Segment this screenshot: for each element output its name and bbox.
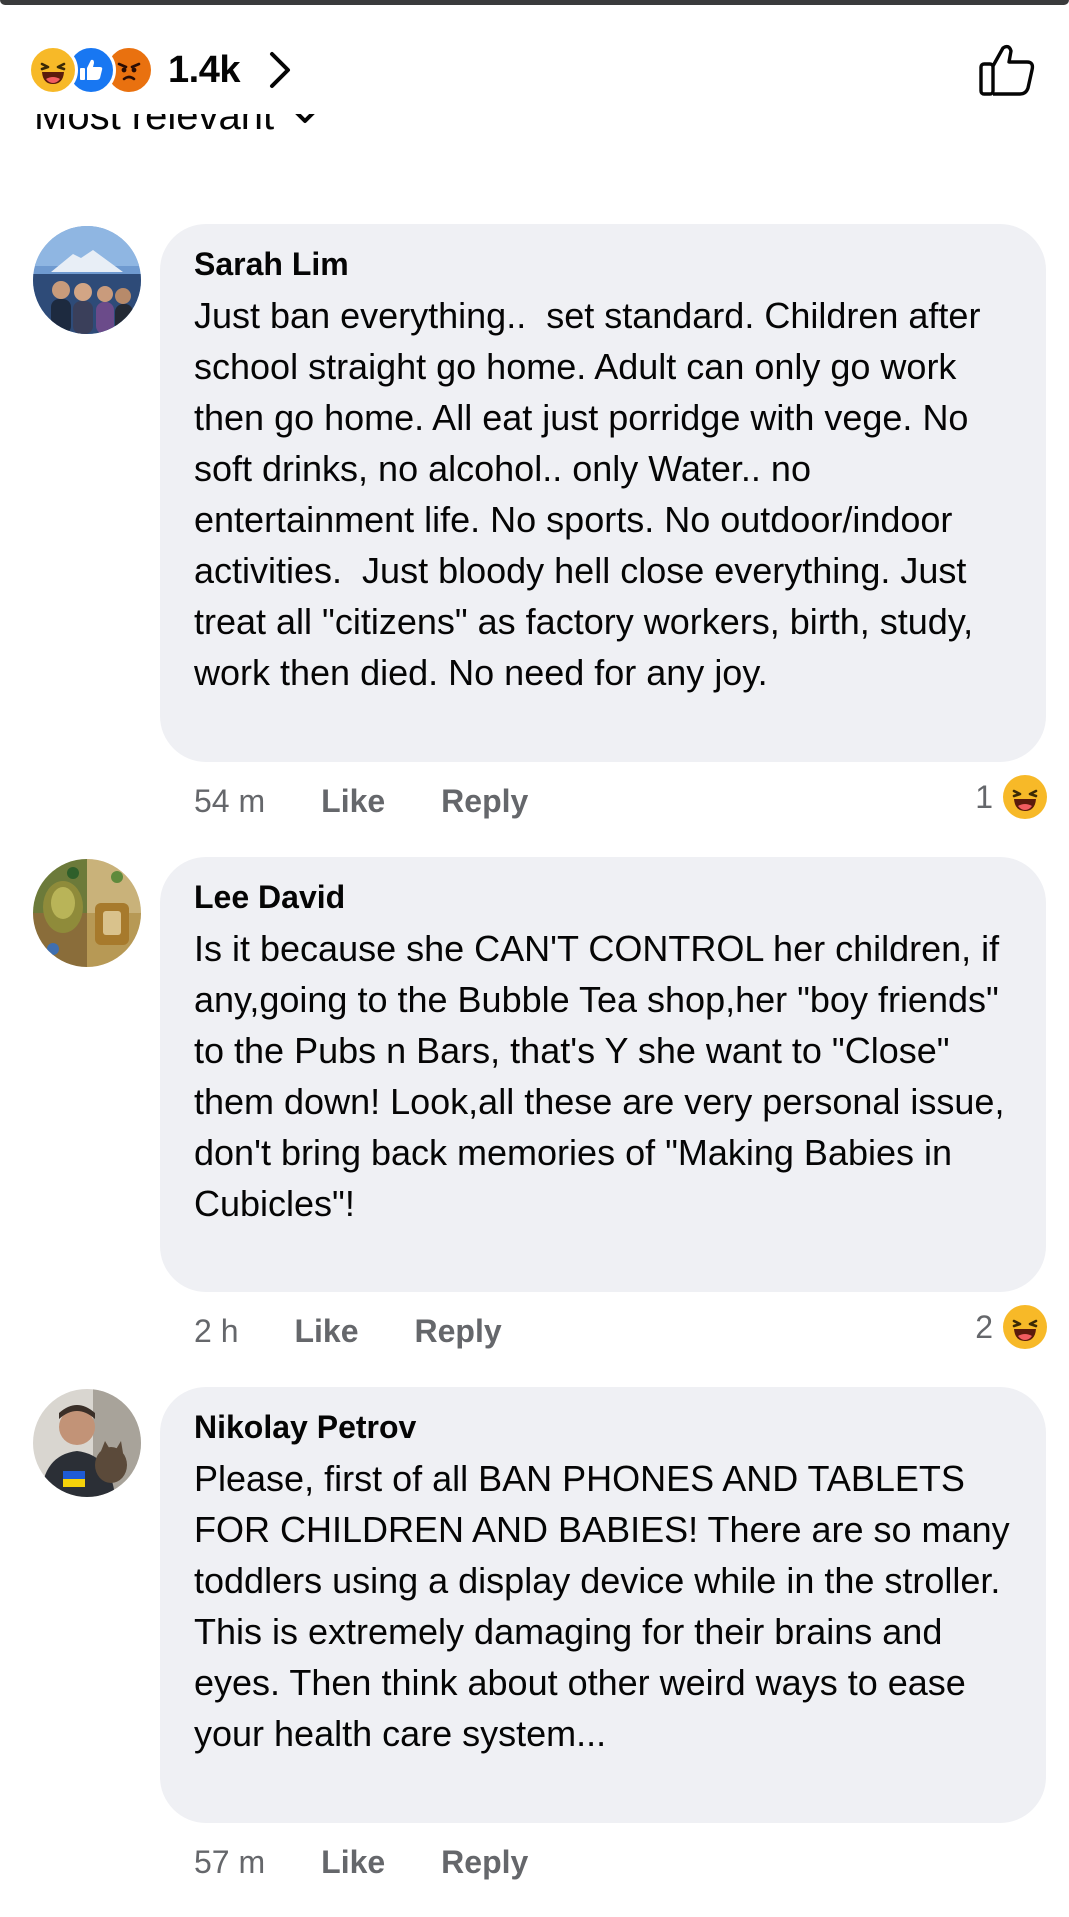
haha-icon [1003,1305,1047,1349]
comment-actions: 2 h Like Reply [194,1306,502,1356]
comment-reaction-count: 2 [975,1308,993,1345]
comment-bubble: Lee David Is it because she CAN'T CONTRO… [160,857,1046,1292]
reply-button[interactable]: Reply [441,1844,528,1881]
comment-author[interactable]: Nikolay Petrov [194,1407,416,1447]
comment-timestamp[interactable]: 2 h [194,1313,238,1350]
comment-reaction-count: 1 [975,778,993,815]
reply-button[interactable]: Reply [441,783,528,820]
comment-timestamp[interactable]: 54 m [194,783,265,820]
sort-dropdown[interactable]: Most relevant [34,114,316,139]
comment-reaction-summary[interactable]: 2 [975,1302,1047,1352]
comment-actions: 54 m Like Reply [194,776,528,826]
chevron-down-icon [295,114,315,123]
reaction-total: 1.4k [168,48,240,91]
like-button[interactable]: Like [321,1844,385,1881]
comment-timestamp[interactable]: 57 m [194,1844,265,1881]
reaction-icons [28,45,154,95]
chevron-right-icon [264,48,294,92]
reactions-header: 1.4k [0,26,1069,116]
like-post-button[interactable] [977,40,1037,100]
avatar[interactable] [33,226,141,334]
like-button[interactable]: Like [294,1313,358,1350]
comment-text: Just ban everything.. set standard. Chil… [194,295,991,693]
sort-dropdown-row: Most relevant [0,114,1069,166]
comment-author[interactable]: Lee David [194,877,345,917]
window-top-edge [0,0,1069,5]
reply-button[interactable]: Reply [415,1313,502,1350]
avatar[interactable] [33,859,141,967]
reactions-summary-button[interactable]: 1.4k [28,42,294,98]
like-button[interactable]: Like [321,783,385,820]
comment-author[interactable]: Sarah Lim [194,244,349,284]
haha-icon [28,45,78,95]
haha-icon [1003,775,1047,819]
comment-text: Please, first of all BAN PHONES AND TABL… [194,1458,1020,1754]
thumbs-up-outline-icon [979,44,1035,96]
comment-actions: 57 m Like Reply [194,1837,528,1887]
comment-bubble: Sarah Lim Just ban everything.. set stan… [160,224,1046,762]
comment-text: Is it because she CAN'T CONTROL her chil… [194,928,1015,1224]
comment-reaction-summary[interactable]: 1 [975,772,1047,822]
avatar[interactable] [33,1389,141,1497]
comment-bubble: Nikolay Petrov Please, first of all BAN … [160,1387,1046,1823]
sort-label: Most relevant [34,114,275,138]
